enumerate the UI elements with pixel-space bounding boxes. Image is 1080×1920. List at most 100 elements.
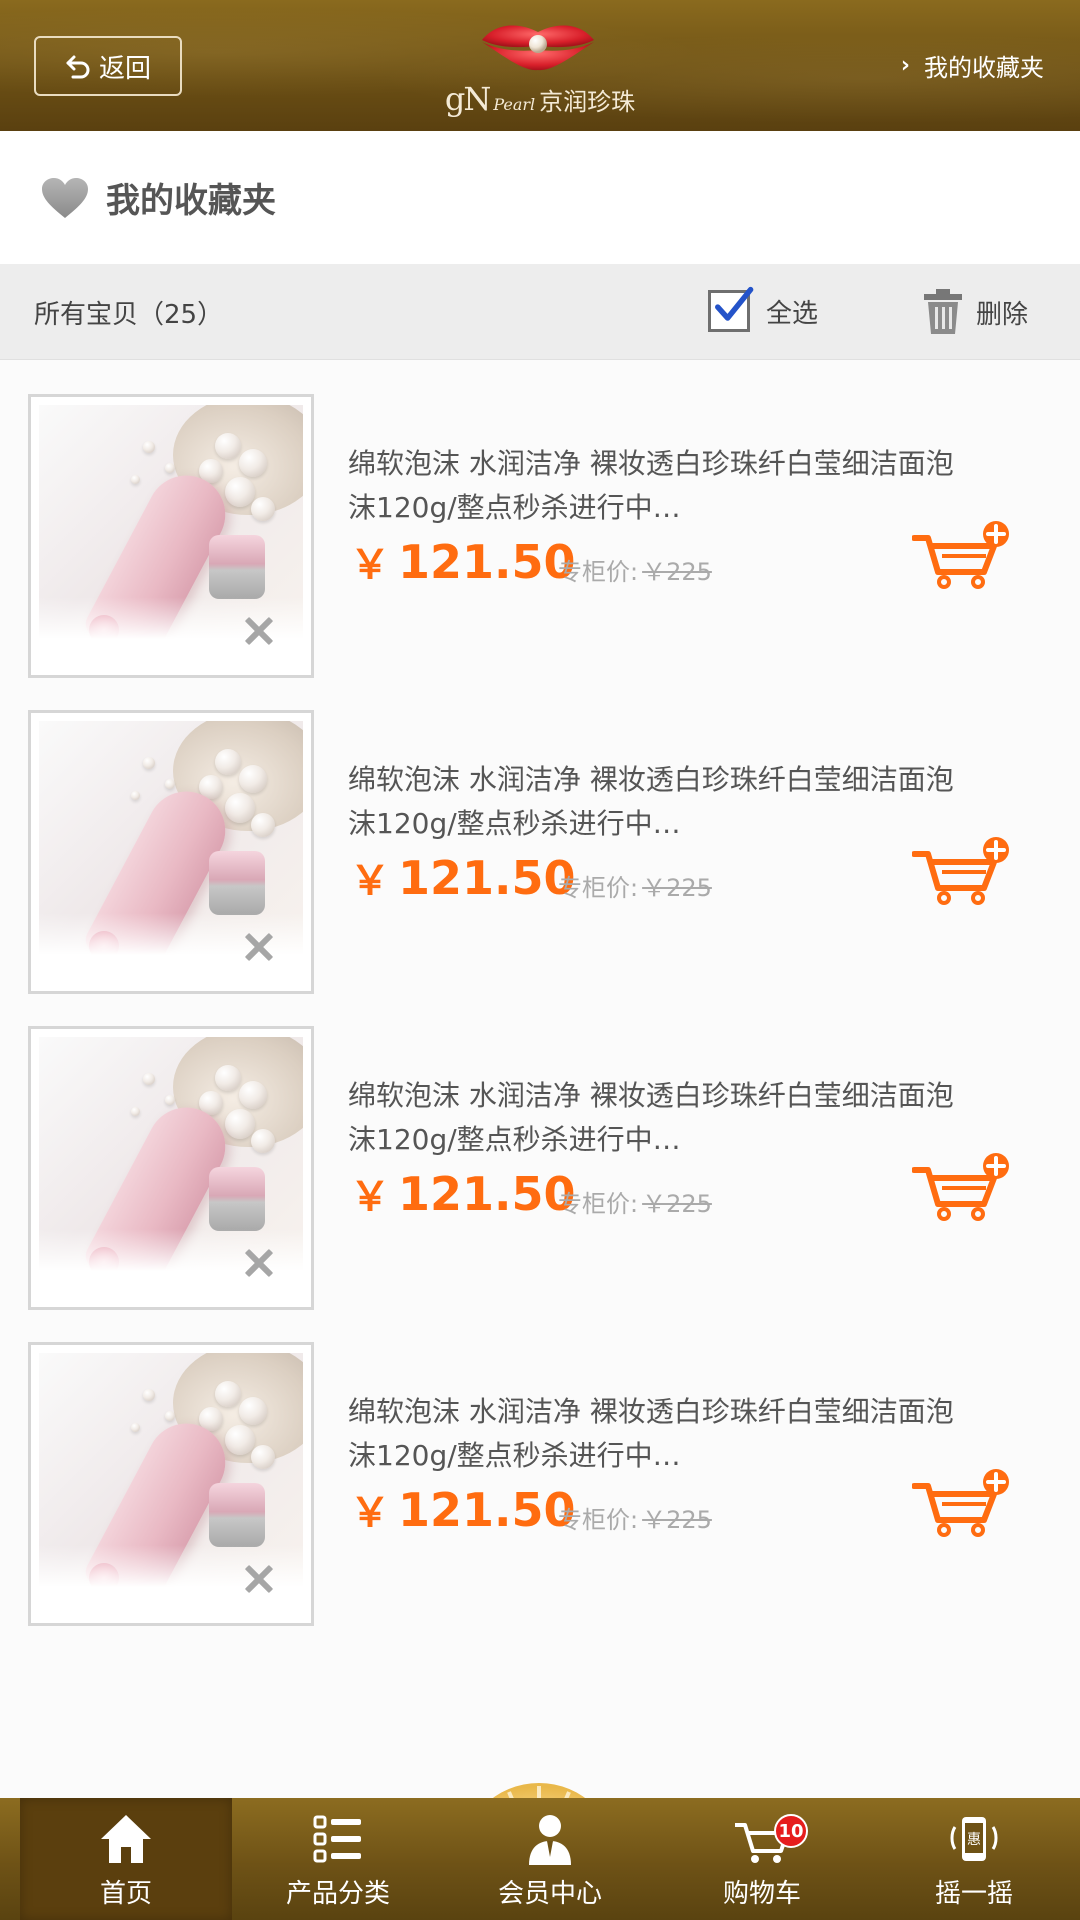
tab-shake[interactable]: 惠 摇一摇 xyxy=(868,1798,1080,1920)
lips-pearl-logo-icon xyxy=(482,25,594,71)
price-amount: 121.50 xyxy=(398,851,576,905)
tab-label: 摇一摇 xyxy=(934,1879,1013,1909)
product-title[interactable]: 绵软泡沫 水润洁净 裸妆透白珍珠纤白莹细洁面泡沫120g/整点秒杀进行中… xyxy=(348,1074,968,1162)
select-all-checkbox[interactable] xyxy=(708,286,754,332)
pearl-decoration xyxy=(143,757,155,769)
trash-icon xyxy=(924,289,962,334)
pearl-decoration xyxy=(215,1381,241,1407)
pearl-decoration xyxy=(215,749,241,775)
favorite-item[interactable]: 绵软泡沫 水润洁净 裸妆透白珍珠纤白莹细洁面泡沫120g/整点秒杀进行中… ￥ … xyxy=(0,1308,1080,1626)
price-amount: 121.50 xyxy=(398,535,576,589)
pearl-decoration xyxy=(239,1081,267,1109)
page-title: 我的收藏夹 xyxy=(106,181,276,221)
select-all-control[interactable]: 全选 xyxy=(708,286,819,332)
counter-price: 专柜价: ￥225 xyxy=(558,552,712,587)
logo-chinese-text: 京润珍珠 xyxy=(539,88,636,116)
cream-jar xyxy=(209,535,265,599)
product-thumbnail[interactable] xyxy=(28,710,314,994)
product-image xyxy=(39,1353,303,1615)
logo-gn-text: gN xyxy=(444,80,492,118)
pearl-decoration xyxy=(165,1411,175,1421)
price-currency-symbol: ￥ xyxy=(350,858,390,904)
bottom-tab-bar: 首页 产品分类 会员中心 10 购物车 惠 摇一摇 xyxy=(0,1798,1080,1920)
shake-icon-text: 惠 xyxy=(967,1832,981,1848)
favorite-item[interactable]: 绵软泡沫 水润洁净 裸妆透白珍珠纤白莹细洁面泡沫120g/整点秒杀进行中… ￥ … xyxy=(0,360,1080,678)
add-to-cart-icon[interactable] xyxy=(912,520,1012,590)
pearl-decoration xyxy=(251,497,275,521)
tab-cart[interactable]: 10 购物车 xyxy=(656,1798,868,1920)
pearl-decoration xyxy=(143,441,155,453)
tab-member-center[interactable]: 会员中心 xyxy=(444,1798,656,1920)
product-title[interactable]: 绵软泡沫 水润洁净 裸妆透白珍珠纤白莹细洁面泡沫120g/整点秒杀进行中… xyxy=(348,1390,968,1478)
cream-jar xyxy=(209,851,265,915)
pearl-decoration xyxy=(143,1073,155,1085)
price-currency-symbol: ￥ xyxy=(350,1490,390,1536)
product-image xyxy=(39,721,303,983)
category-list-icon xyxy=(313,1815,361,1863)
pearl-decoration xyxy=(131,791,140,800)
tab-label: 首页 xyxy=(99,1879,152,1909)
counter-price: 专柜价: ￥225 xyxy=(558,868,712,903)
product-image xyxy=(39,405,303,667)
pearl-decoration xyxy=(239,449,267,477)
counter-price-label: 专柜价: xyxy=(558,874,639,902)
pearl-decoration xyxy=(165,779,175,789)
remove-favorite-icon[interactable] xyxy=(239,611,279,651)
remove-favorite-icon[interactable] xyxy=(239,1243,279,1283)
tab-label: 产品分类 xyxy=(285,1879,390,1909)
tab-home[interactable]: 首页 xyxy=(20,1798,232,1920)
product-image xyxy=(39,1037,303,1299)
add-to-cart-icon[interactable] xyxy=(912,836,1012,906)
product-price: ￥ 121.50 xyxy=(350,848,576,906)
product-price: ￥ 121.50 xyxy=(350,532,576,590)
pearl-decoration xyxy=(239,765,267,793)
product-thumbnail[interactable] xyxy=(28,394,314,678)
pearl-decoration xyxy=(165,463,175,473)
cart-count-badge: 10 xyxy=(774,1814,808,1848)
page-title-bar: 我的收藏夹 xyxy=(0,131,1080,264)
product-price: ￥ 121.50 xyxy=(350,1480,576,1538)
favorites-link[interactable]: › 我的收藏夹 xyxy=(901,48,1044,83)
counter-price: 专柜价: ￥225 xyxy=(558,1500,712,1535)
tab-label: 购物车 xyxy=(722,1879,801,1909)
back-button[interactable]: 返回 xyxy=(34,36,182,96)
counter-price-value: ￥225 xyxy=(642,874,712,902)
product-title[interactable]: 绵软泡沫 水润洁净 裸妆透白珍珠纤白莹细洁面泡沫120g/整点秒杀进行中… xyxy=(348,442,968,530)
favorites-link-label: 我的收藏夹 xyxy=(924,54,1044,82)
checkmark-icon xyxy=(715,286,754,321)
delete-label: 删除 xyxy=(976,299,1029,330)
remove-favorite-icon[interactable] xyxy=(239,927,279,967)
cream-jar xyxy=(209,1483,265,1547)
all-items-count: 所有宝贝（25） xyxy=(34,300,224,330)
counter-price-label: 专柜价: xyxy=(558,1506,639,1534)
favorite-item[interactable]: 绵软泡沫 水润洁净 裸妆透白珍珠纤白莹细洁面泡沫120g/整点秒杀进行中… ￥ … xyxy=(0,676,1080,994)
add-to-cart-icon[interactable] xyxy=(912,1152,1012,1222)
counter-price-label: 专柜价: xyxy=(558,558,639,586)
pearl-decoration xyxy=(215,1065,241,1091)
pearl-decoration xyxy=(239,1397,267,1425)
tab-categories[interactable]: 产品分类 xyxy=(232,1798,444,1920)
price-currency-symbol: ￥ xyxy=(350,542,390,588)
pearl-decoration xyxy=(251,1445,275,1469)
delete-button[interactable]: 删除 xyxy=(922,288,1028,336)
product-thumbnail[interactable] xyxy=(28,1026,314,1310)
product-title[interactable]: 绵软泡沫 水润洁净 裸妆透白珍珠纤白莹细洁面泡沫120g/整点秒杀进行中… xyxy=(348,758,968,846)
product-thumbnail[interactable] xyxy=(28,1342,314,1626)
remove-favorite-icon[interactable] xyxy=(239,1559,279,1599)
pearl-decoration xyxy=(225,1425,255,1455)
heart-icon xyxy=(42,177,88,218)
favorite-item[interactable]: 绵软泡沫 水润洁净 裸妆透白珍珠纤白莹细洁面泡沫120g/整点秒杀进行中… ￥ … xyxy=(0,992,1080,1310)
chevron-right-icon: › xyxy=(900,53,910,78)
pearl-decoration xyxy=(215,433,241,459)
brand-logo[interactable]: gN Pearl 京润珍珠 xyxy=(440,18,640,118)
counter-price-value: ￥225 xyxy=(642,1190,712,1218)
pearl-decoration xyxy=(131,1423,140,1432)
price-amount: 121.50 xyxy=(398,1483,576,1537)
select-all-label: 全选 xyxy=(766,298,819,329)
counter-price: 专柜价: ￥225 xyxy=(558,1184,712,1219)
add-to-cart-icon[interactable] xyxy=(912,1468,1012,1538)
pearl-decoration xyxy=(225,477,255,507)
pearl-decoration xyxy=(225,793,255,823)
pearl-decoration xyxy=(251,813,275,837)
pearl-decoration xyxy=(131,475,140,484)
